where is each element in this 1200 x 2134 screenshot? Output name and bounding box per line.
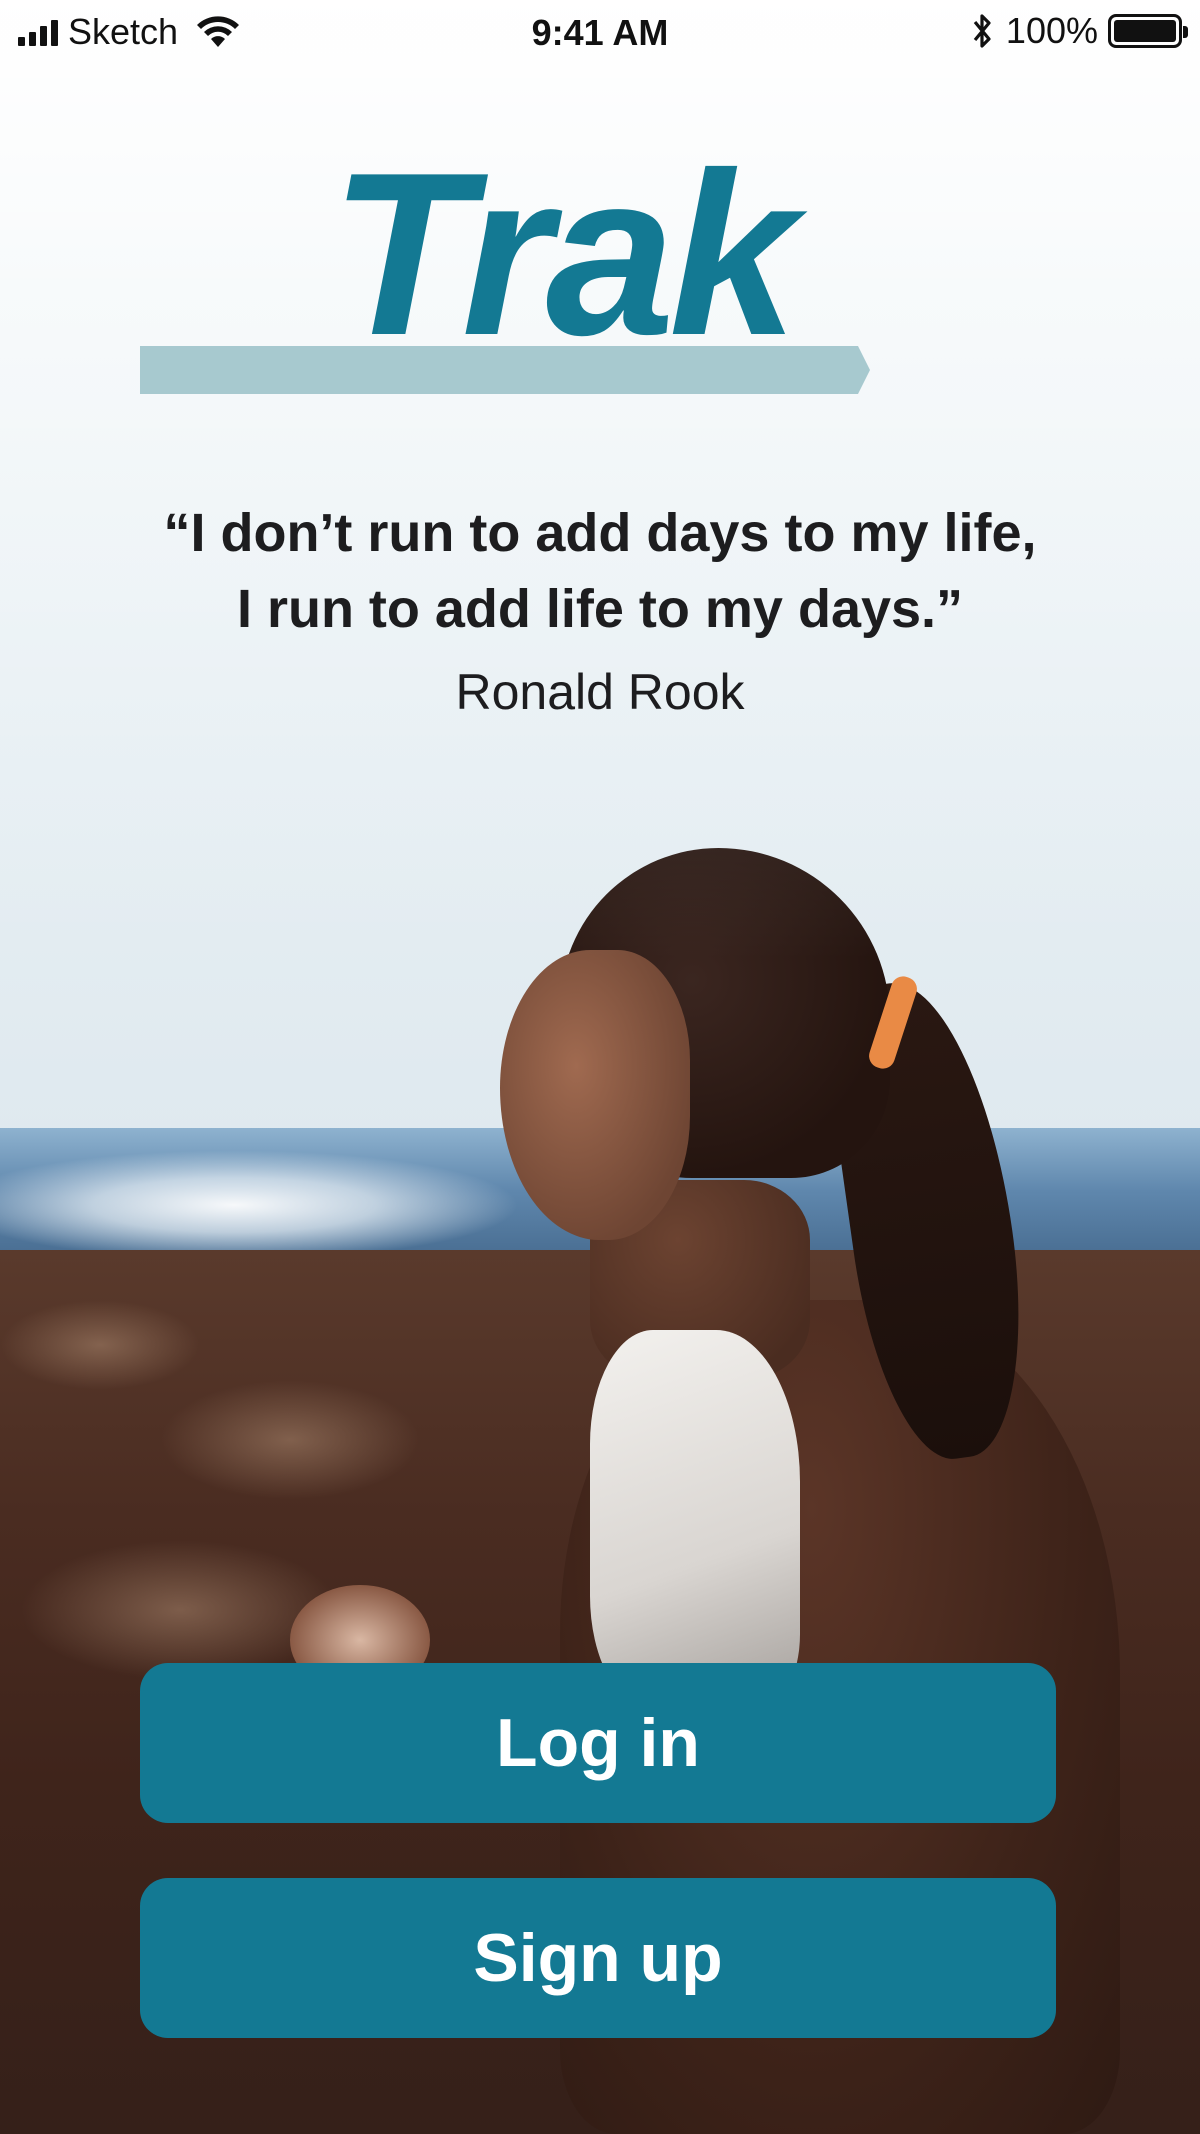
status-bar-right: 100% — [970, 10, 1188, 52]
battery-fill — [1114, 20, 1176, 42]
battery-percent: 100% — [1005, 10, 1098, 51]
logo-text: Trak — [330, 125, 798, 384]
quote-author: Ronald Rook — [455, 664, 745, 720]
trak-logo: Trak — [140, 125, 880, 400]
bluetooth-icon — [973, 14, 991, 48]
login-button[interactable]: Log in — [140, 1663, 1056, 1823]
quote-line-2: I run to add life to my days.” — [236, 579, 964, 639]
signup-button[interactable]: Sign up — [140, 1878, 1056, 2038]
quote-line-1: “I don’t run to add days to my life, — [163, 503, 1037, 563]
motivational-quote: “I don’t run to add days to my life, I r… — [40, 495, 1160, 647]
welcome-screen: Sketch 9:41 AM 100% Trak “I don’t run to… — [0, 0, 1200, 2134]
status-bar: Sketch 9:41 AM 100% — [0, 0, 1200, 64]
battery-icon — [1108, 14, 1188, 48]
